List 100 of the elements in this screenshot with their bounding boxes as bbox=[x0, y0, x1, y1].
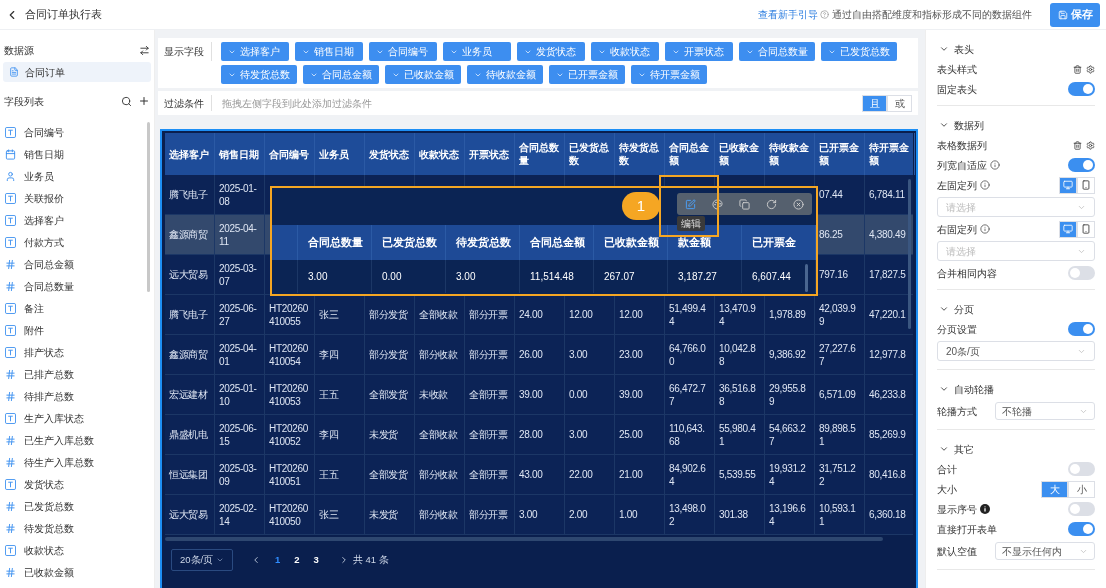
chevron-icon[interactable] bbox=[939, 444, 949, 454]
table-row[interactable]: 宏远建材 2025-01-10 HT20260410053 王五 全部发货 未收款 全部开票 39.00 0.00 39.00 66,472.77 36,516.88 29,955.89 6,571.09 46,233.8 bbox=[165, 375, 913, 415]
table-cell: 85,269.9 bbox=[869, 428, 906, 441]
info-icon[interactable] bbox=[980, 504, 990, 514]
tooltip: 编辑 bbox=[677, 216, 705, 231]
device-toggle[interactable] bbox=[1059, 220, 1077, 238]
table-cell-text: 11,514.48 bbox=[530, 270, 574, 284]
close-icon[interactable] bbox=[793, 198, 804, 210]
field-item[interactable]: 合同编号 bbox=[24, 124, 64, 140]
search-icon[interactable] bbox=[121, 95, 132, 107]
field-item[interactable]: 待生产入库总数 bbox=[24, 454, 94, 470]
table-cell-text: 2025-01-08 bbox=[219, 181, 258, 208]
field-item[interactable]: 付款方式 bbox=[24, 234, 64, 250]
table-cell: 全部收款 bbox=[419, 308, 458, 321]
field-item[interactable]: 收款状态 bbox=[24, 542, 64, 558]
table-cell-text: 64,766.00 bbox=[669, 341, 707, 368]
field-item[interactable]: 业务员 bbox=[24, 168, 54, 184]
settings-icon[interactable] bbox=[1086, 140, 1095, 150]
field-item[interactable]: 关联报价 bbox=[24, 190, 64, 206]
toggle-switch[interactable] bbox=[1068, 266, 1095, 280]
table-cell: 23.00 bbox=[619, 348, 643, 361]
text-type-icon bbox=[5, 192, 16, 204]
field-item[interactable]: 已发货总数 bbox=[24, 498, 74, 514]
copy-icon[interactable] bbox=[739, 198, 750, 210]
chevron-icon[interactable] bbox=[939, 44, 949, 54]
total-count: 共 41 条 bbox=[352, 552, 389, 567]
table-cell-text: 0.00 bbox=[382, 270, 402, 284]
toggle-switch[interactable] bbox=[1068, 322, 1095, 336]
field-item[interactable]: 销售日期 bbox=[24, 146, 64, 162]
page-number[interactable]: 1 bbox=[275, 552, 281, 568]
table-cell-text: 42,039.99 bbox=[819, 301, 857, 328]
settings-icon[interactable] bbox=[1086, 64, 1095, 74]
field-item[interactable]: 发货状态 bbox=[24, 476, 64, 492]
page-number[interactable]: 3 bbox=[313, 552, 319, 568]
table-cell: 部分收款 bbox=[419, 468, 458, 481]
refresh-icon[interactable] bbox=[766, 198, 777, 210]
setting-label: 合并相同内容 bbox=[937, 266, 997, 281]
field-item[interactable]: 已收款金额 bbox=[24, 564, 74, 580]
trash-icon[interactable] bbox=[1073, 140, 1082, 150]
select-field[interactable]: 不显示任何内 bbox=[995, 542, 1095, 560]
field-item[interactable]: 附件 bbox=[24, 322, 44, 338]
device-toggle[interactable] bbox=[1059, 176, 1077, 194]
field-item[interactable]: 备注 bbox=[24, 300, 44, 316]
table-row[interactable]: 腾飞电子 2025-06-27 HT20260410055 张三 部分发货 全部收款 部分开票 24.00 12.00 12.00 51,499.44 13,470.94 1,978.89 42,039.99 47,220.1 bbox=[165, 295, 913, 335]
edit-icon[interactable] bbox=[685, 198, 696, 210]
field-item[interactable]: 合同总数量 bbox=[24, 278, 74, 294]
table-cell: 86.25 bbox=[819, 228, 843, 241]
toggle-switch[interactable] bbox=[1068, 502, 1095, 516]
size-option[interactable]: 小 bbox=[1068, 480, 1095, 498]
table-row[interactable]: 鑫源商贸 2025-04-01 HT20260410054 李四 部分发货 部分收款 部分开票 26.00 3.00 23.00 64,766.00 10,042.88 9,386.92 27,227.67 12,977.8 bbox=[165, 335, 913, 375]
table-cell: 部分收款 bbox=[419, 508, 458, 521]
chevron-icon[interactable] bbox=[939, 120, 949, 130]
table-cell: 17,827.5 bbox=[869, 268, 906, 281]
logic-option[interactable]: 或 bbox=[887, 94, 912, 112]
arrows-icon[interactable] bbox=[139, 44, 150, 56]
table-cell: 部分开票 bbox=[469, 508, 508, 521]
chevron-icon[interactable] bbox=[939, 384, 949, 394]
toggle-switch[interactable] bbox=[1068, 82, 1095, 96]
setting-label: 分页设置 bbox=[937, 322, 977, 337]
table-cell: 24.00 bbox=[519, 308, 543, 321]
scrollbar[interactable] bbox=[165, 537, 883, 541]
field-item[interactable]: 待排产总数 bbox=[24, 388, 74, 404]
table-cell: 全部开票 bbox=[469, 468, 508, 481]
toggle-switch[interactable] bbox=[1068, 462, 1095, 476]
table-row[interactable]: 恒远集团 2025-03-09 HT20260410051 王五 全部发货 部分收款 全部开票 43.00 22.00 21.00 84,902.64 5,539.55 19,931.24 31,751.22 80,416.8 bbox=[165, 455, 913, 495]
select-field[interactable]: 不轮播 bbox=[995, 402, 1095, 420]
table-row[interactable]: 鼎盛机电 2025-06-15 HT20260410052 李四 未发货 全部收款 全部开票 28.00 3.00 25.00 110,643.68 55,980.41 54,663.27 89,898.51 85,269.9 bbox=[165, 415, 913, 455]
page-number[interactable]: 2 bbox=[294, 552, 300, 568]
datasource-item[interactable]: 合同订单 bbox=[3, 62, 151, 82]
scrollbar[interactable] bbox=[908, 179, 911, 329]
setting-label: 轮播方式 bbox=[937, 404, 977, 419]
scrollbar[interactable] bbox=[147, 122, 150, 292]
field-item[interactable]: 已排产总数 bbox=[24, 366, 74, 382]
palette-icon[interactable] bbox=[712, 198, 723, 210]
field-item[interactable]: 合同总金额 bbox=[24, 256, 74, 272]
chevron-icon[interactable] bbox=[939, 304, 949, 314]
field-item[interactable]: 待发货总数 bbox=[24, 520, 74, 536]
toggle-switch[interactable] bbox=[1068, 158, 1095, 172]
table-cell: 张三 bbox=[319, 308, 339, 321]
help-icon[interactable] bbox=[820, 10, 829, 19]
field-item[interactable]: 已生产入库总数 bbox=[24, 432, 94, 448]
page-size-select[interactable]: 20条/页 bbox=[171, 549, 233, 571]
previous-page-icon[interactable] bbox=[251, 555, 261, 565]
toggle-switch[interactable] bbox=[1068, 522, 1095, 536]
device-toggle[interactable] bbox=[1077, 176, 1095, 194]
table-cell: 43.00 bbox=[519, 468, 543, 481]
field-item[interactable]: 排产状态 bbox=[24, 344, 64, 360]
column-header: 合同总金额 bbox=[665, 133, 715, 175]
table-cell: 6,360.18 bbox=[869, 508, 906, 521]
table-row[interactable]: 远大贸易 2025-02-14 HT20260410050 张三 未发货 部分收款 部分开票 3.00 2.00 1.00 13,498.02 301.38 13,196.64 10,593.11 6,360.18 bbox=[165, 495, 913, 535]
select-field[interactable]: 20条/页 bbox=[937, 341, 1095, 361]
section-title: 数据列 bbox=[954, 118, 984, 133]
plus-icon[interactable] bbox=[138, 95, 150, 107]
guide-link[interactable]: 查看新手引导 bbox=[758, 7, 818, 22]
column-header: 款金额 bbox=[678, 235, 711, 251]
field-item[interactable]: 选择客户 bbox=[24, 212, 64, 228]
field-item[interactable]: 生产入库状态 bbox=[24, 410, 84, 426]
trash-icon[interactable] bbox=[1073, 64, 1082, 74]
scrollbar[interactable] bbox=[805, 264, 808, 292]
device-toggle[interactable] bbox=[1077, 220, 1095, 238]
